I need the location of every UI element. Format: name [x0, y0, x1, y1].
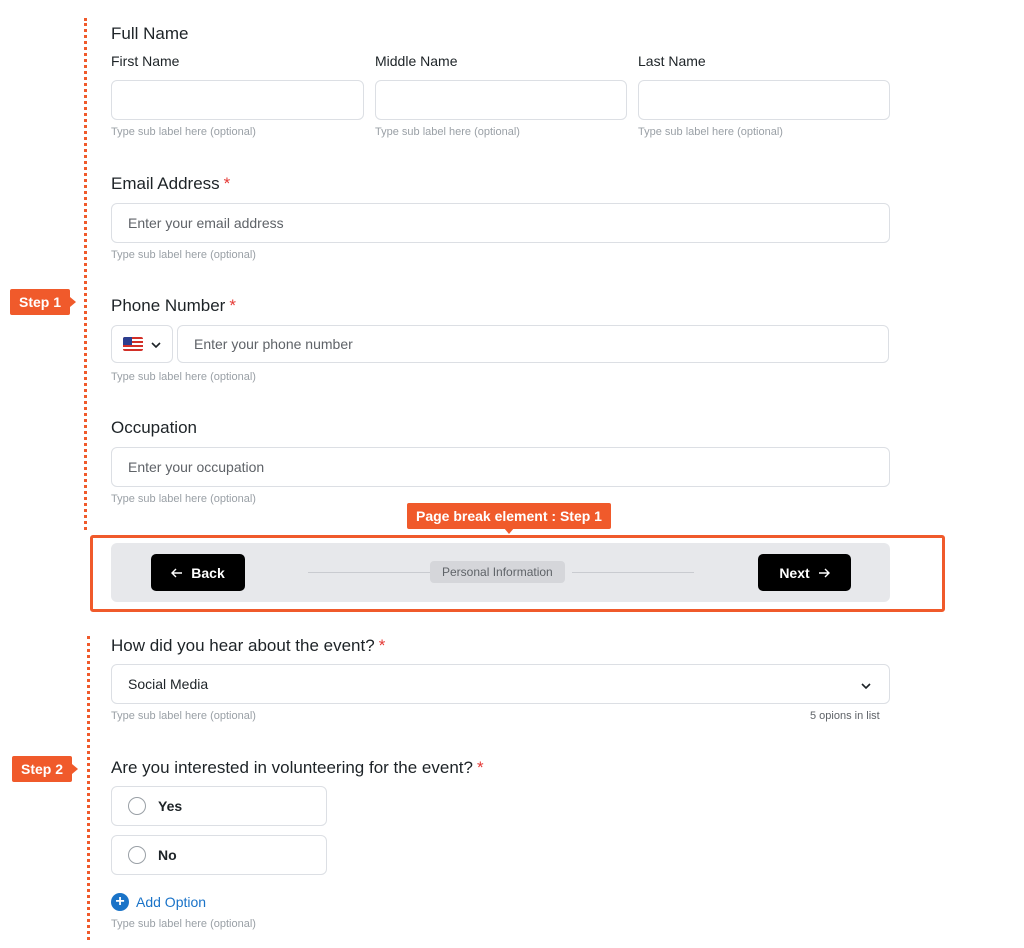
- volunteer-title-text: Are you interested in volunteering for t…: [111, 758, 473, 777]
- volunteer-sublabel: Type sub label here (optional): [111, 918, 256, 930]
- phone-required-mark: *: [229, 296, 236, 315]
- chevron-down-icon: [861, 676, 871, 692]
- add-option-button[interactable]: + Add Option: [111, 893, 206, 911]
- arrow-left-icon: [171, 565, 183, 581]
- radio-circle-icon: [128, 846, 146, 864]
- step1-guide-line: [84, 18, 87, 530]
- first-name-label: First Name: [111, 53, 180, 69]
- hear-about-select[interactable]: Social Media: [111, 664, 890, 704]
- email-required-mark: *: [223, 174, 231, 193]
- last-name-sublabel: Type sub label here (optional): [638, 126, 783, 138]
- phone-sublabel: Type sub label here (optional): [111, 371, 256, 383]
- email-title-text: Email Address: [111, 174, 220, 193]
- volunteer-option-no[interactable]: No: [111, 835, 327, 875]
- pager-divider-left: [308, 572, 430, 573]
- volunteer-option-yes-label: Yes: [158, 798, 183, 814]
- next-button-label: Next: [779, 564, 810, 581]
- hear-about-selected-value: Social Media: [128, 676, 209, 692]
- middle-name-label: Middle Name: [375, 53, 458, 69]
- middle-name-sublabel: Type sub label here (optional): [375, 126, 520, 138]
- back-button-label: Back: [191, 564, 225, 581]
- next-button[interactable]: Next: [758, 554, 851, 591]
- hear-about-title-text: How did you hear about the event?: [111, 636, 375, 655]
- step2-guide-line: [87, 636, 90, 940]
- chevron-down-icon: [151, 335, 161, 353]
- hear-about-option-count: 5 opions in list: [810, 710, 880, 722]
- step2-tag: Step 2: [12, 756, 79, 782]
- middle-name-input[interactable]: [375, 80, 627, 120]
- page-break-tag: Page break element : Step 1: [407, 503, 611, 534]
- hear-about-required-mark: *: [378, 636, 386, 655]
- radio-circle-icon: [128, 797, 146, 815]
- pager-divider-right: [572, 572, 694, 573]
- volunteer-title: Are you interested in volunteering for t…: [111, 758, 484, 778]
- add-option-label: Add Option: [136, 894, 207, 910]
- email-input[interactable]: [111, 203, 890, 243]
- volunteer-required-mark: *: [476, 758, 484, 777]
- phone-title-text: Phone Number: [111, 296, 226, 315]
- volunteer-option-no-label: No: [158, 847, 177, 863]
- first-name-input[interactable]: [111, 80, 364, 120]
- last-name-label: Last Name: [638, 53, 706, 69]
- hear-about-sublabel: Type sub label here (optional): [111, 710, 256, 722]
- step1-tag: Step 1: [10, 289, 77, 315]
- phone-input[interactable]: [177, 325, 889, 363]
- email-sublabel: Type sub label here (optional): [111, 249, 256, 261]
- step-title-badge: Personal Information: [430, 561, 565, 583]
- first-name-sublabel: Type sub label here (optional): [111, 126, 256, 138]
- volunteer-option-yes[interactable]: Yes: [111, 786, 327, 826]
- arrow-right-icon: [818, 565, 830, 581]
- occupation-input[interactable]: [111, 447, 890, 487]
- country-code-select[interactable]: [111, 325, 173, 363]
- occupation-title: Occupation: [111, 418, 197, 437]
- phone-title: Phone Number *: [111, 296, 236, 316]
- occupation-sublabel: Type sub label here (optional): [111, 493, 256, 505]
- us-flag-icon: [123, 337, 143, 351]
- plus-circle-icon: +: [111, 893, 129, 911]
- email-title: Email Address *: [111, 174, 230, 194]
- back-button[interactable]: Back: [151, 554, 245, 591]
- last-name-input[interactable]: [638, 80, 890, 120]
- full-name-title: Full Name: [111, 24, 189, 43]
- hear-about-title: How did you hear about the event? *: [111, 636, 385, 656]
